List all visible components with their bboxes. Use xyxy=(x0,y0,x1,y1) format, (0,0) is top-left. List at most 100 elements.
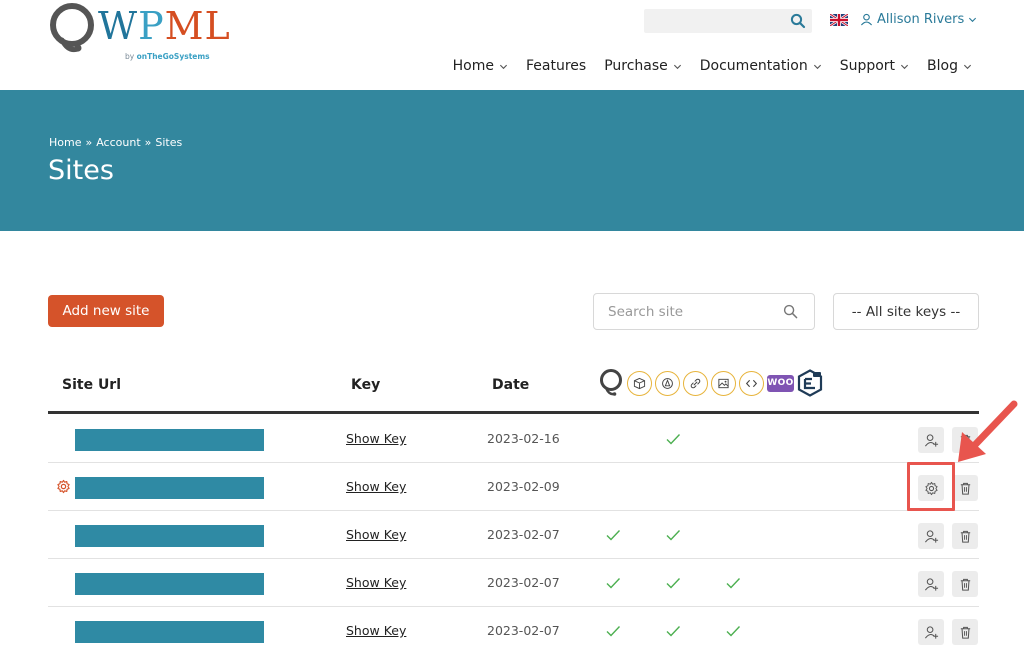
trash-icon xyxy=(960,578,970,591)
settings-gear-icon[interactable] xyxy=(56,479,71,494)
site-url-redacted xyxy=(75,429,264,451)
table-header-divider xyxy=(48,411,979,414)
delete-site-button[interactable] xyxy=(952,619,978,645)
wpml-wordmark: WPML xyxy=(98,4,231,48)
site-url-redacted xyxy=(75,525,264,547)
site-search-input[interactable] xyxy=(608,302,778,322)
user-plus-icon xyxy=(924,625,938,639)
check-icon xyxy=(666,626,681,637)
table-row: Show Key 2023-02-07 xyxy=(48,607,979,648)
site-keys-select[interactable]: -- All site keys -- xyxy=(833,293,979,330)
nav-item-home[interactable]: Home xyxy=(453,58,508,74)
check-icon xyxy=(606,578,621,589)
table-row: Show Key 2023-02-07 xyxy=(48,511,979,559)
check-icon xyxy=(726,578,741,589)
breadcrumb-current: Sites xyxy=(155,136,183,149)
wpml-icon xyxy=(600,369,622,396)
column-header-site-url: Site Url xyxy=(62,377,122,393)
chevron-down-icon xyxy=(969,17,977,23)
page-hero: Home » Account » Sites Sites xyxy=(0,90,1024,231)
check-icon xyxy=(666,530,681,541)
logo-tagline: by onTheGoSystems xyxy=(125,52,210,61)
chevron-down-icon xyxy=(673,64,681,69)
user-menu[interactable]: Allison Rivers xyxy=(860,12,977,27)
wpml-logo[interactable]: WPML by onTheGoSystems xyxy=(48,2,230,64)
component-icons-header: WOO xyxy=(598,368,823,398)
show-key-link[interactable]: Show Key xyxy=(346,431,406,446)
pen-icon xyxy=(655,370,680,396)
user-icon xyxy=(860,13,873,26)
breadcrumb-separator: » xyxy=(144,136,152,149)
check-icon xyxy=(666,578,681,589)
site-url-redacted xyxy=(75,573,264,595)
table-row: Show Key 2023-02-07 xyxy=(48,559,979,607)
chevron-down-icon xyxy=(813,64,821,69)
nav-item-documentation[interactable]: Documentation xyxy=(700,58,822,74)
site-date: 2023-02-07 xyxy=(487,575,560,590)
box-icon xyxy=(627,370,652,396)
nav-label: Features xyxy=(525,58,587,74)
check-icon xyxy=(726,626,741,637)
column-header-date: Date xyxy=(492,377,530,393)
nav-item-blog[interactable]: Blog xyxy=(927,58,972,74)
user-plus-icon xyxy=(924,433,938,447)
code-icon xyxy=(739,370,764,396)
search-icon[interactable] xyxy=(790,13,806,29)
show-key-link[interactable]: Show Key xyxy=(346,575,406,590)
trash-icon xyxy=(960,530,970,543)
delete-site-button[interactable] xyxy=(952,571,978,597)
wpml-logo-mark-icon xyxy=(50,3,94,53)
trash-icon xyxy=(960,626,970,639)
check-icon xyxy=(606,530,621,541)
chevron-down-icon xyxy=(901,64,909,69)
breadcrumb-separator: » xyxy=(85,136,93,149)
add-user-button[interactable] xyxy=(918,571,944,597)
show-key-link[interactable]: Show Key xyxy=(346,479,406,494)
nav-label: Support xyxy=(839,58,896,74)
user-plus-icon xyxy=(924,529,938,543)
site-date: 2023-02-07 xyxy=(487,527,560,542)
trash-icon xyxy=(960,482,970,495)
nav-item-purchase[interactable]: Purchase xyxy=(604,58,682,74)
show-key-link[interactable]: Show Key xyxy=(346,527,406,542)
nav-label: Documentation xyxy=(699,58,808,74)
add-user-button[interactable] xyxy=(918,523,944,549)
link-icon xyxy=(683,370,708,396)
header-search-input[interactable] xyxy=(644,9,812,33)
breadcrumb: Home » Account » Sites xyxy=(49,136,182,149)
add-new-site-button[interactable]: Add new site xyxy=(48,295,164,327)
site-search-box xyxy=(593,293,815,330)
delete-site-button[interactable] xyxy=(952,475,978,501)
nav-label: Home xyxy=(452,58,494,74)
user-name: Allison Rivers xyxy=(877,12,965,27)
user-plus-icon xyxy=(924,577,938,591)
site-date: 2023-02-07 xyxy=(487,623,560,638)
check-icon xyxy=(606,626,621,637)
table-row: Show Key 2023-02-09 xyxy=(48,463,979,511)
table-row: Show Key 2023-02-16 xyxy=(48,415,979,463)
nav-label: Blog xyxy=(927,58,958,74)
chevron-down-icon xyxy=(499,64,508,69)
add-user-button[interactable] xyxy=(918,427,944,453)
show-key-link[interactable]: Show Key xyxy=(346,623,406,638)
breadcrumb-home[interactable]: Home xyxy=(49,136,81,149)
chevron-down-icon xyxy=(963,64,972,69)
column-header-key: Key xyxy=(351,377,381,393)
site-url-redacted xyxy=(75,477,264,499)
add-user-button[interactable] xyxy=(918,619,944,645)
media-translation-icon xyxy=(797,369,823,397)
nav-item-support[interactable]: Support xyxy=(840,58,909,74)
site-date: 2023-02-09 xyxy=(487,479,560,494)
main-nav: Home Features Purchase Documentation Sup… xyxy=(453,58,972,74)
nav-item-features[interactable]: Features xyxy=(526,58,586,74)
image-icon xyxy=(711,370,736,396)
site-url-redacted xyxy=(75,621,264,643)
uk-flag-icon[interactable] xyxy=(830,14,848,26)
delete-site-button[interactable] xyxy=(952,523,978,549)
search-icon[interactable] xyxy=(783,304,798,319)
page-title: Sites xyxy=(48,155,114,186)
site-date: 2023-02-16 xyxy=(487,431,560,446)
woo-icon: WOO xyxy=(767,374,794,392)
breadcrumb-account[interactable]: Account xyxy=(96,136,140,149)
nav-label: Purchase xyxy=(604,58,668,74)
